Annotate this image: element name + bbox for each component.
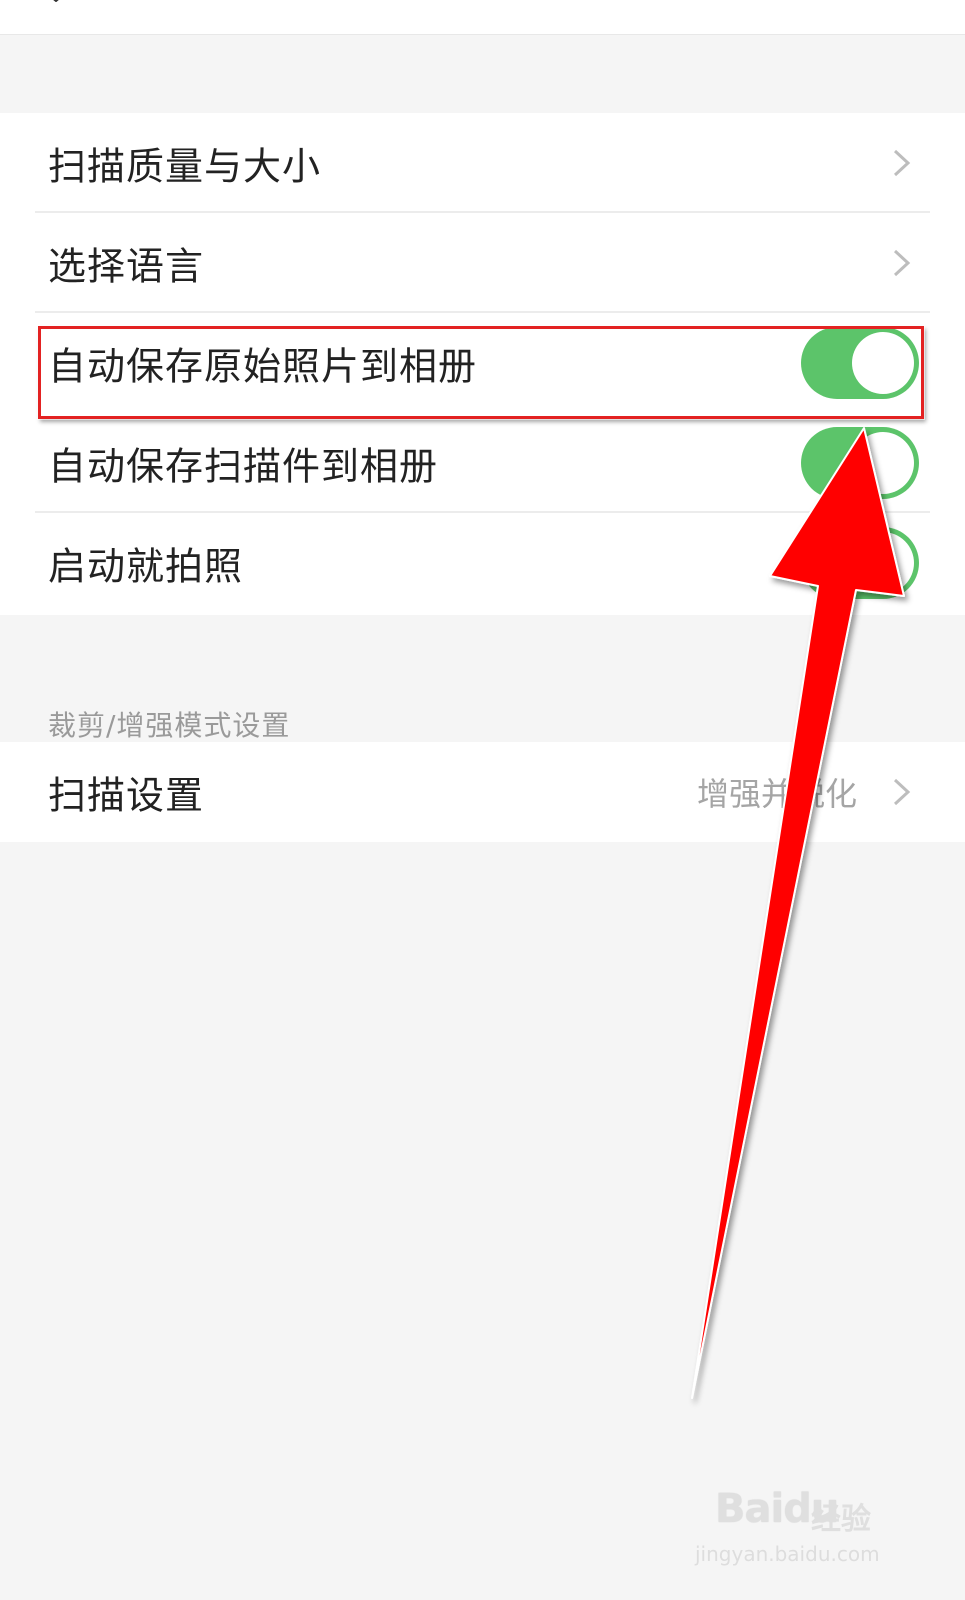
setting-auto-save-scan: 自动保存扫描件到相册 — [0, 413, 965, 513]
settings-group-crop-enhance: 扫描设置 增强并锐化 — [0, 742, 965, 842]
top-bar — [0, 0, 965, 35]
watermark-product: 经验 — [811, 1502, 871, 1537]
chevron-right-icon — [893, 149, 911, 177]
launch-camera-toggle[interactable] — [801, 527, 919, 599]
setting-label: 自动保存扫描件到相册 — [48, 444, 439, 489]
chevron-right-icon — [893, 249, 911, 277]
baidu-jingyan-watermark: Baidu 经验 jingyan.baidu.com — [695, 1476, 905, 1576]
setting-scan-quality-size[interactable]: 扫描质量与大小 — [0, 113, 965, 213]
setting-scan-settings[interactable]: 扫描设置 增强并锐化 — [0, 742, 965, 842]
setting-label: 启动就拍照 — [48, 544, 244, 589]
watermark-url: jingyan.baidu.com — [695, 1542, 880, 1566]
highlight-box — [38, 326, 924, 419]
toggle-knob — [852, 532, 914, 594]
auto-save-scan-toggle[interactable] — [801, 427, 919, 499]
setting-select-language[interactable]: 选择语言 — [0, 213, 965, 313]
setting-label: 选择语言 — [48, 244, 205, 289]
chevron-right-icon — [893, 778, 911, 806]
section-header: 裁剪/增强模式设置 — [48, 709, 291, 742]
setting-label: 扫描质量与大小 — [48, 144, 322, 189]
back-arrow-icon[interactable] — [48, 0, 64, 2]
setting-label: 扫描设置 — [48, 773, 205, 818]
toggle-knob — [852, 432, 914, 494]
setting-launch-camera: 启动就拍照 — [0, 513, 965, 613]
setting-value: 增强并锐化 — [696, 775, 857, 813]
